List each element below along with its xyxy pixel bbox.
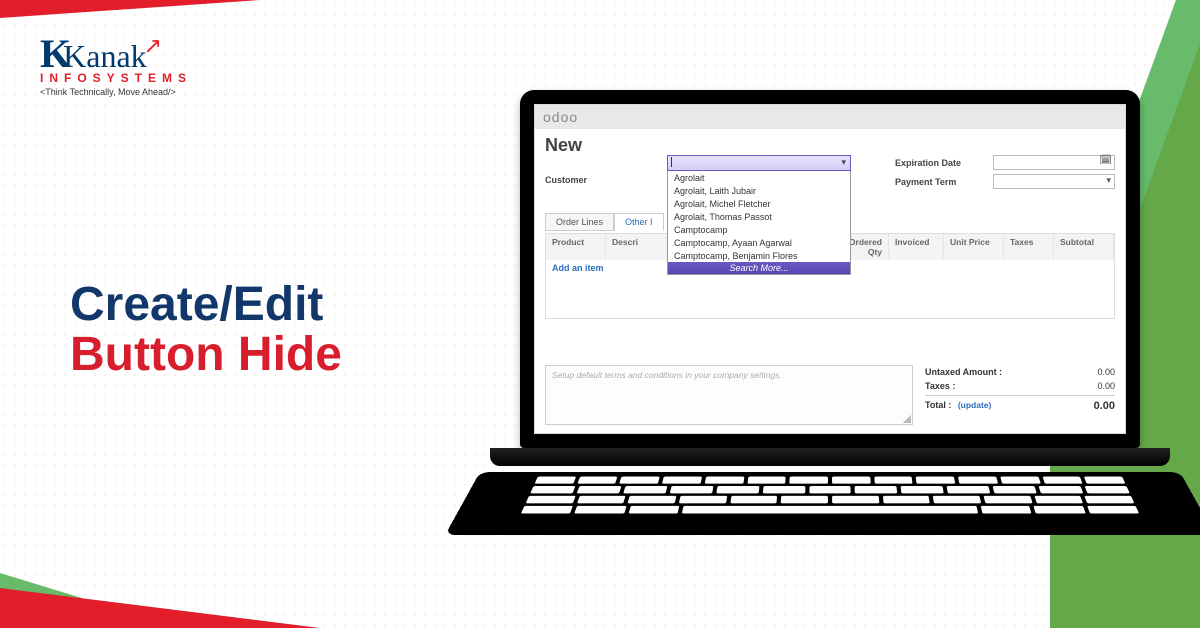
decor-triangle-bottom-left-red <box>0 588 320 628</box>
laptop-hinge <box>490 448 1170 466</box>
untaxed-value: 0.00 <box>1097 367 1115 377</box>
odoo-logo: odoo <box>543 109 578 125</box>
odoo-topbar: odoo <box>535 105 1125 129</box>
headline-line2: Button Hide <box>70 330 342 380</box>
customer-label: Customer <box>545 175 587 185</box>
taxes-label: Taxes : <box>925 381 955 391</box>
update-link[interactable]: (update) <box>958 400 992 410</box>
text-cursor <box>671 157 672 167</box>
terms-textarea[interactable]: Setup default terms and conditions in yo… <box>545 365 913 425</box>
dropdown-option[interactable]: Camptocamp <box>668 223 850 236</box>
laptop-keyboard <box>445 472 1200 535</box>
footer-area: Setup default terms and conditions in yo… <box>545 365 1115 425</box>
terms-placeholder: Setup default terms and conditions in yo… <box>552 370 782 380</box>
payment-term-select[interactable] <box>993 174 1115 189</box>
tab-order-lines[interactable]: Order Lines <box>545 213 614 231</box>
right-field-group: Expiration Date Payment Term <box>895 155 1115 193</box>
arrow-icon: ↗ <box>144 33 162 58</box>
brand-name-text: Kanak <box>63 38 147 74</box>
headline-line1: Create/Edit <box>70 280 342 330</box>
col-product: Product <box>546 234 606 260</box>
dropdown-option[interactable]: Camptocamp, Ayaan Agarwal <box>668 236 850 249</box>
laptop-illustration: odoo New Customer Expiration Date Paymen… <box>520 90 1140 572</box>
customer-dropdown-input[interactable] <box>667 155 851 171</box>
odoo-body: New Customer Expiration Date Payment Ter… <box>535 129 1125 433</box>
total-value: 0.00 <box>1094 400 1115 412</box>
laptop-screen-frame: odoo New Customer Expiration Date Paymen… <box>520 90 1140 448</box>
customer-dropdown[interactable]: Agrolait Agrolait, Laith Jubair Agrolait… <box>667 155 851 275</box>
payment-term-label: Payment Term <box>895 177 985 187</box>
page-title: New <box>545 135 1115 156</box>
dropdown-option[interactable]: Agrolait, Thomas Passot <box>668 210 850 223</box>
odoo-screen: odoo New Customer Expiration Date Paymen… <box>534 104 1126 434</box>
decor-triangle-top-left <box>0 0 260 18</box>
brand-logo: KKanak↗ INFOSYSTEMS <Think Technically, … <box>40 30 192 97</box>
totals-panel: Untaxed Amount : 0.00 Taxes : 0.00 Total… <box>925 365 1115 414</box>
expiration-label: Expiration Date <box>895 158 985 168</box>
col-taxes: Taxes <box>1004 234 1054 260</box>
col-invoiced: Invoiced <box>889 234 944 260</box>
col-unit-price: Unit Price <box>944 234 1004 260</box>
brand-name: KKanak↗ <box>40 30 192 77</box>
col-subtotal: Subtotal <box>1054 234 1114 260</box>
dropdown-option[interactable]: Agrolait, Michel Fletcher <box>668 197 850 210</box>
brand-sub: INFOSYSTEMS <box>40 71 192 85</box>
customer-dropdown-list: Agrolait Agrolait, Laith Jubair Agrolait… <box>667 171 851 275</box>
headline: Create/Edit Button Hide <box>70 280 342 381</box>
brand-tagline: <Think Technically, Move Ahead/> <box>40 87 192 97</box>
dropdown-option[interactable]: Agrolait, Laith Jubair <box>668 184 850 197</box>
dropdown-search-more[interactable]: Search More... <box>668 262 850 274</box>
taxes-value: 0.00 <box>1097 381 1115 391</box>
total-label: Total : <box>925 400 951 410</box>
dropdown-option[interactable]: Agrolait <box>668 171 850 184</box>
expiration-date-input[interactable] <box>993 155 1115 170</box>
tab-other[interactable]: Other I <box>614 213 664 231</box>
dropdown-option[interactable]: Camptocamp, Benjamin Flores <box>668 249 850 262</box>
untaxed-label: Untaxed Amount : <box>925 367 1002 377</box>
